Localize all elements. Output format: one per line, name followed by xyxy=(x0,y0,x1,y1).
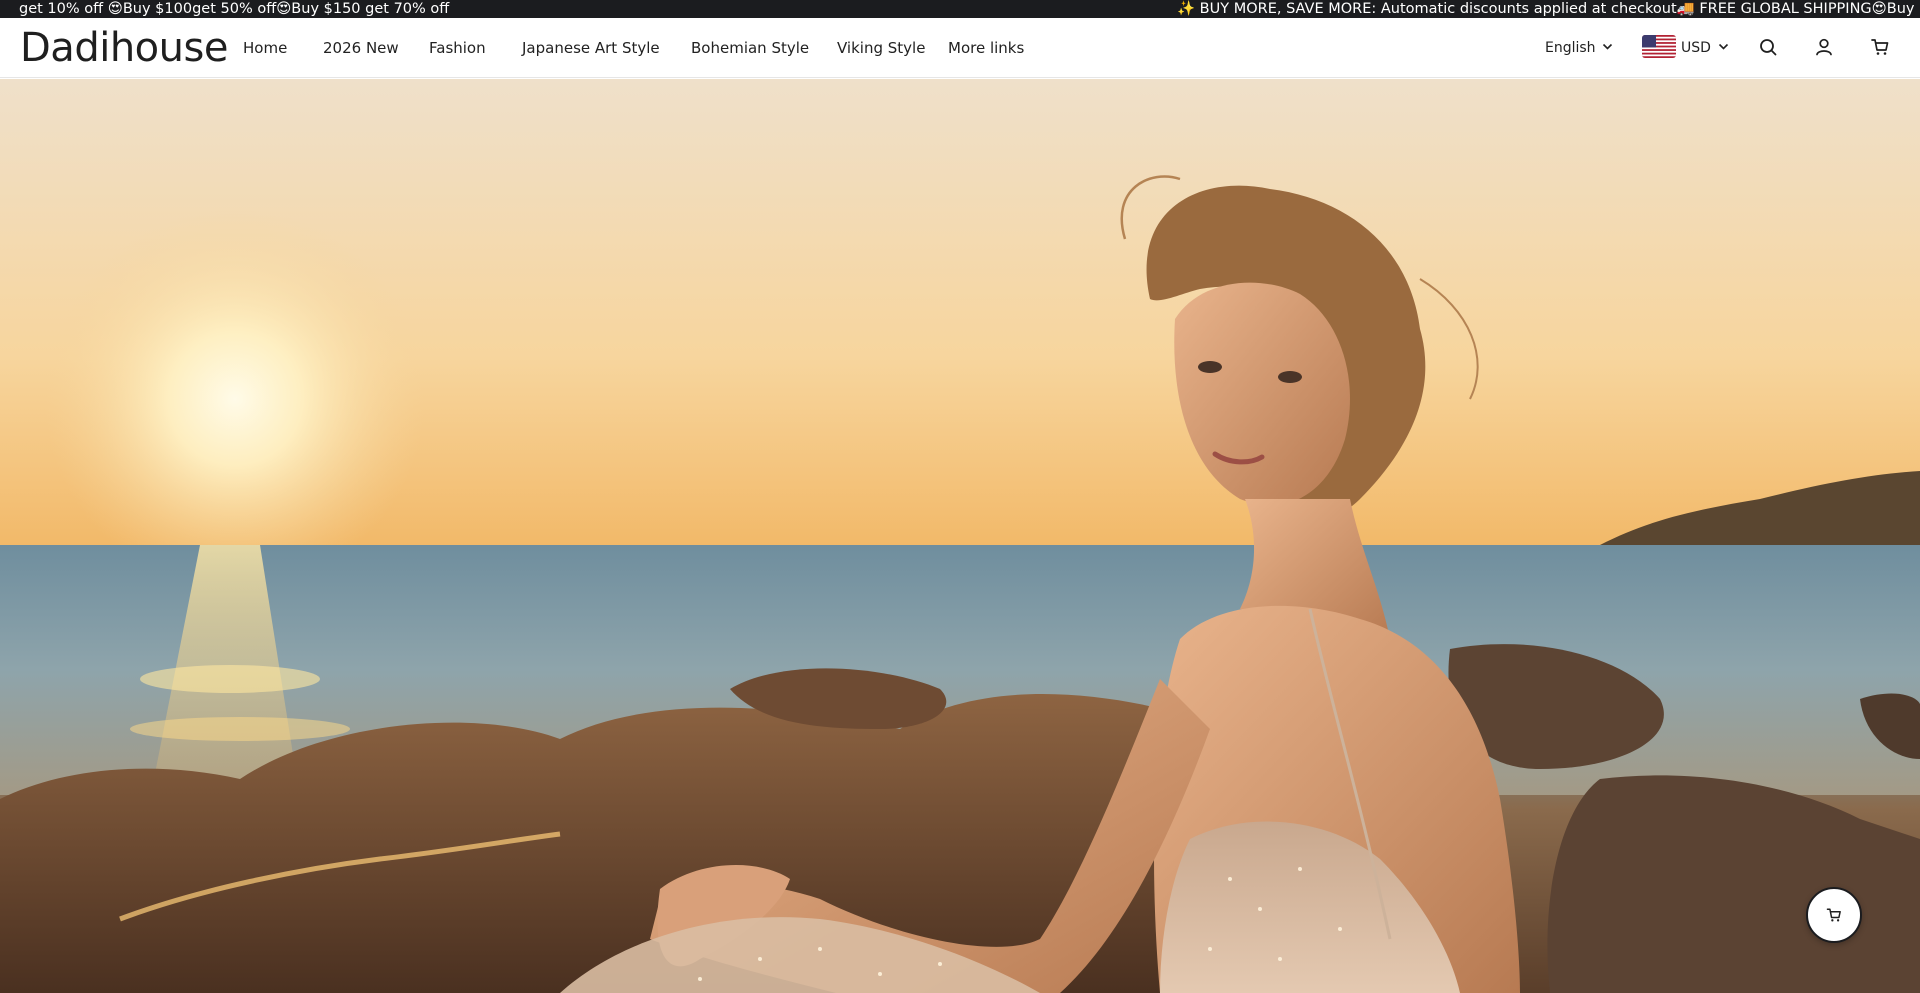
floating-cart-button[interactable] xyxy=(1806,887,1862,943)
site-header: Dadihouse Home 2026 New Fashion Japanese… xyxy=(0,18,1920,78)
hero-banner[interactable] xyxy=(0,79,1920,993)
us-flag-icon[interactable] xyxy=(1642,35,1676,58)
search-icon[interactable] xyxy=(1757,36,1779,58)
chevron-down-icon[interactable] xyxy=(1602,43,1613,51)
nav-item-2026-new[interactable]: 2026 New xyxy=(323,39,399,57)
announcement-bar: get 10% off 😍Buy $100get 50% off😍Buy $15… xyxy=(0,0,1920,18)
announcement-message: get 10% off 😍Buy $100get 50% off😍Buy $15… xyxy=(19,1,450,17)
nav-item-viking-style[interactable]: Viking Style xyxy=(837,39,925,57)
site-logo[interactable]: Dadihouse xyxy=(20,26,228,70)
nav-item-bohemian-style[interactable]: Bohemian Style xyxy=(691,39,809,57)
currency-selector[interactable]: USD xyxy=(1681,40,1711,56)
hero-image xyxy=(0,79,1920,993)
nav-item-japanese-art-style[interactable]: Japanese Art Style xyxy=(522,39,660,57)
announcement-message: ✨ BUY MORE, SAVE MORE: Automatic discoun… xyxy=(1177,1,1920,17)
chevron-down-icon[interactable] xyxy=(1718,43,1729,51)
nav-item-fashion[interactable]: Fashion xyxy=(429,39,486,57)
nav-item-more-links[interactable]: More links xyxy=(948,39,1024,57)
nav-item-home[interactable]: Home xyxy=(243,39,287,57)
account-icon[interactable] xyxy=(1813,36,1835,58)
language-selector[interactable]: English xyxy=(1545,40,1596,56)
cart-icon xyxy=(1826,908,1841,922)
cart-icon[interactable] xyxy=(1869,36,1891,58)
